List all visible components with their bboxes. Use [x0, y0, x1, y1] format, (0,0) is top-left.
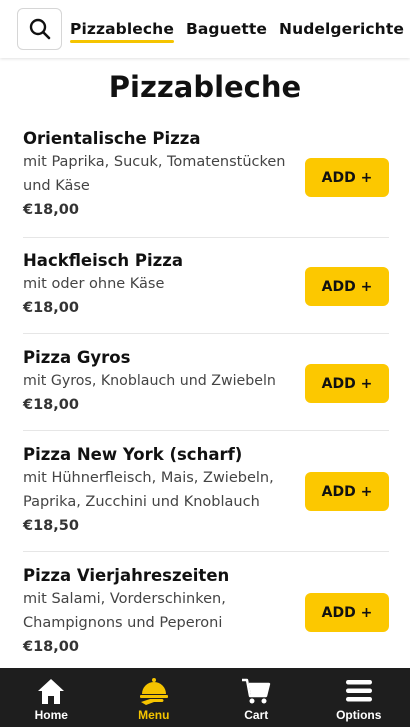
menu-item: Hackfleisch Pizza mit oder ohne Käse €18…: [23, 250, 389, 334]
category-tabs: Pizzableche Baguette Nudelgerichte A: [70, 16, 410, 43]
home-icon: [36, 676, 66, 706]
nav-home[interactable]: Home: [0, 668, 103, 727]
tab-pizzableche[interactable]: Pizzableche: [70, 16, 174, 43]
nav-menu[interactable]: Menu: [103, 668, 206, 727]
search-icon: [29, 18, 50, 40]
nav-home-label: Home: [34, 708, 68, 722]
menu-cloche-icon: [138, 676, 170, 706]
bottom-navigation: Home Menu Cart Options: [0, 668, 410, 727]
item-description: mit Gyros, Knoblauch und Zwiebeln: [23, 373, 276, 389]
item-name: Pizza New York (scharf): [23, 445, 243, 464]
nav-options-label: Options: [336, 708, 382, 722]
menu-item: Pizza Gyros mit Gyros, Knoblauch und Zwi…: [23, 347, 389, 431]
item-description: mit Paprika, Sucuk, Tomatenstücken und K…: [23, 154, 286, 194]
nav-options[interactable]: Options: [308, 668, 410, 727]
section-title: Pizzableche: [108, 70, 302, 104]
item-description: mit Salami, Vorderschinken, Champignons …: [23, 591, 226, 631]
item-price: €18,50: [23, 518, 79, 534]
item-name: Pizza Vierjahreszeiten: [23, 566, 230, 585]
cart-icon: [241, 676, 271, 706]
options-icon: [344, 676, 374, 706]
item-price: €18,00: [23, 202, 79, 218]
item-price: €18,00: [23, 639, 79, 655]
item-description: mit oder ohne Käse: [23, 276, 165, 292]
add-button[interactable]: ADD +: [305, 472, 389, 511]
menu-item: Pizza Vierjahreszeiten mit Salami, Vorde…: [23, 565, 389, 668]
add-button[interactable]: ADD +: [305, 267, 389, 306]
add-button[interactable]: ADD +: [305, 158, 389, 197]
item-description: mit Hühnerfleisch, Mais, Zwiebeln, Papri…: [23, 470, 274, 510]
add-button[interactable]: ADD +: [305, 593, 389, 632]
item-name: Orientalische Pizza: [23, 129, 201, 148]
nav-cart[interactable]: Cart: [205, 668, 308, 727]
menu-content: Pizzableche Orientalische Pizza mit Papr…: [0, 58, 410, 668]
tab-nudelgerichte[interactable]: Nudelgerichte: [279, 16, 404, 42]
tab-baguette[interactable]: Baguette: [186, 16, 267, 42]
nav-cart-label: Cart: [244, 708, 269, 722]
category-bar: Pizzableche Baguette Nudelgerichte A: [0, 0, 410, 58]
nav-menu-label: Menu: [138, 708, 170, 722]
menu-item: Pizza New York (scharf) mit Hühnerfleisc…: [23, 444, 389, 552]
menu-item: Orientalische Pizza mit Paprika, Sucuk, …: [23, 128, 389, 238]
add-button[interactable]: ADD +: [305, 364, 389, 403]
search-button[interactable]: [17, 8, 62, 50]
